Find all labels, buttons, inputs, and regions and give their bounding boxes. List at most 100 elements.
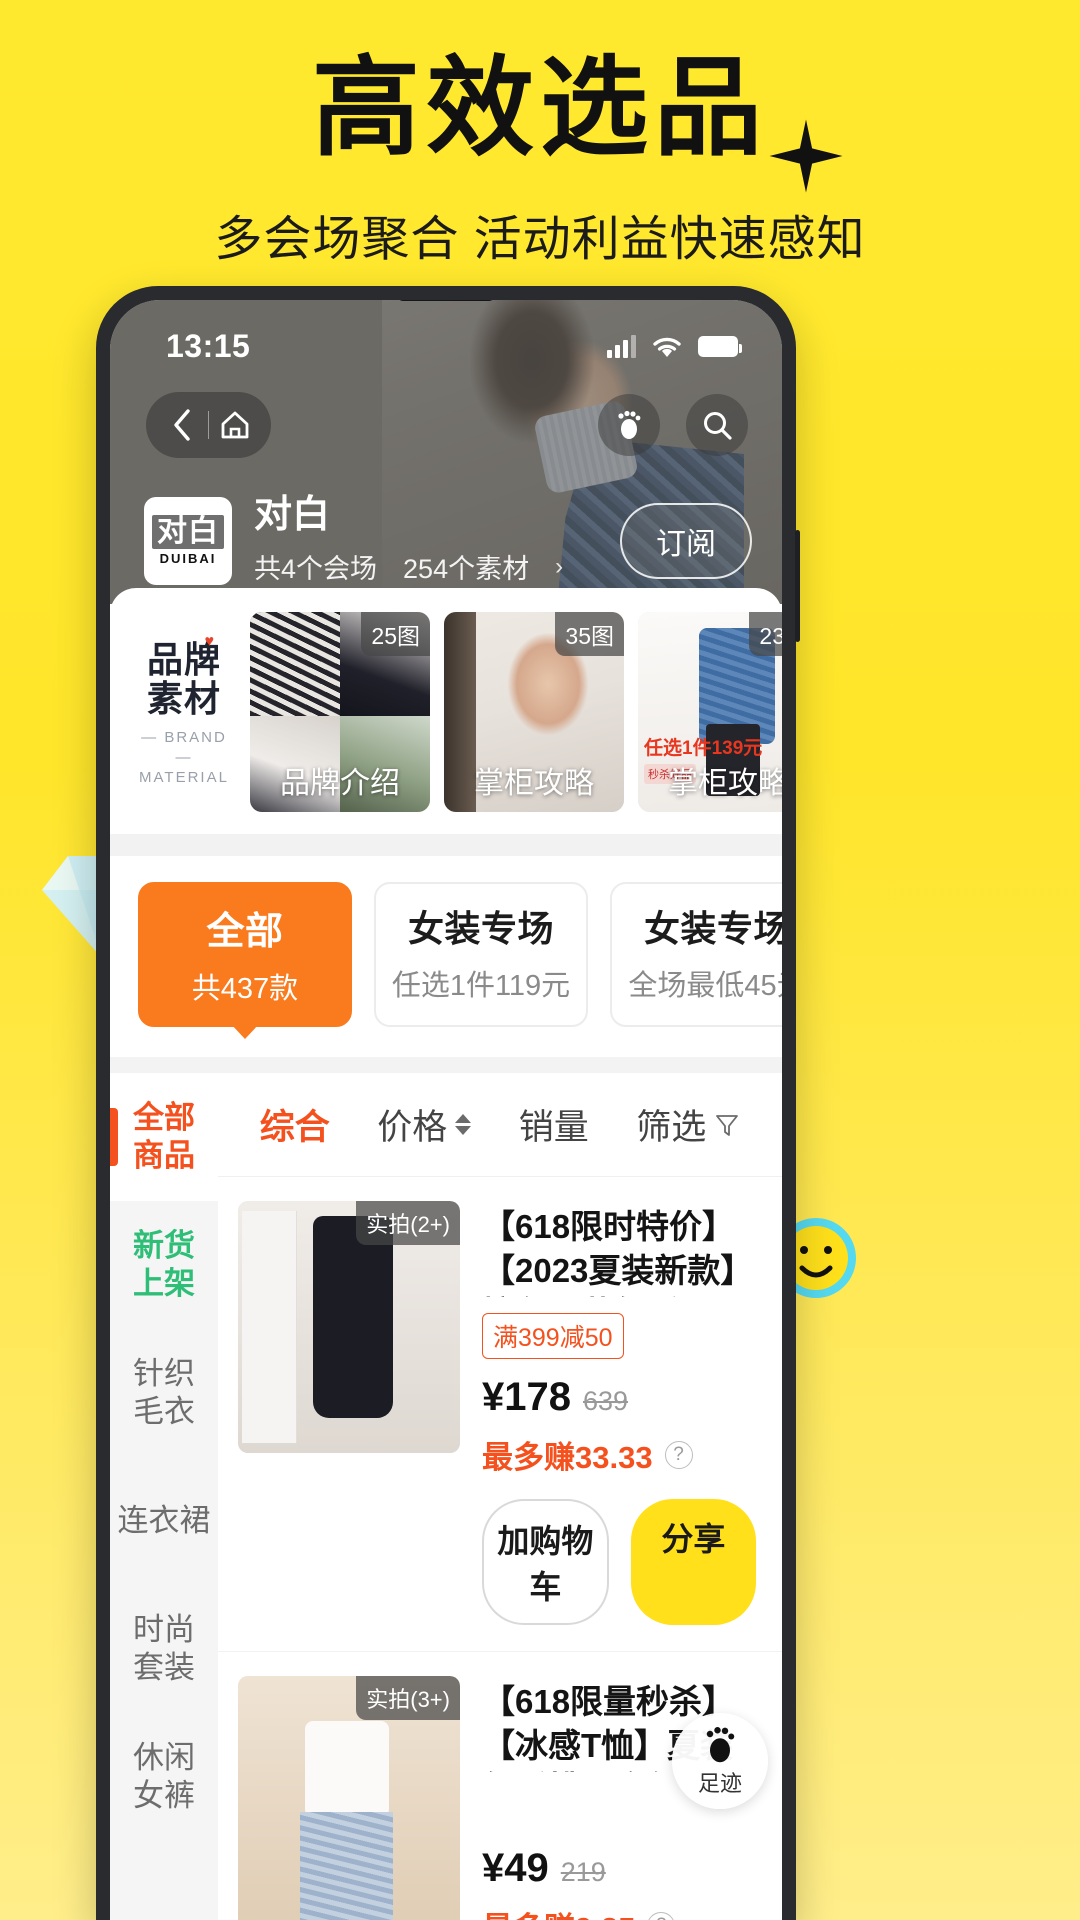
filter-icon <box>716 1114 739 1136</box>
venue-tab-sub: 共437款 <box>191 973 299 1005</box>
product-price-row: ¥178 639 最多赚33.33 ? <box>482 1375 756 1477</box>
product-coupon-badge: 满399减50 <box>482 1313 624 1359</box>
cellular-signal-icon <box>607 334 636 358</box>
footprint-icon <box>706 1727 735 1763</box>
add-to-cart-button[interactable]: 加购物车 <box>482 1499 609 1625</box>
sparkle-icon <box>769 119 843 193</box>
product-actions: 加购物车 分享 <box>482 1499 756 1625</box>
brand-logo: 对白 DUIBAI <box>144 496 232 585</box>
sidebar-item-casual-pants[interactable]: 休闲 女裤 <box>110 1713 218 1841</box>
footprint-button[interactable] <box>598 394 660 456</box>
venue-tab-title: 全部 <box>206 911 284 953</box>
venue-tab-title: 女装专场 <box>643 908 782 949</box>
phone-screen: 13:15 对白 DUIBAI 对白 共4个会场 254个素材 › 订阅 品牌 … <box>110 300 782 1920</box>
sidebar-item-fashion-sets[interactable]: 时尚 套装 <box>110 1585 218 1713</box>
brand-hero-banner: 13:15 对白 DUIBAI 对白 共4个会场 254个素材 › 订阅 <box>110 300 782 604</box>
floating-footprint-label: 足迹 <box>697 1771 742 1796</box>
battery-icon <box>698 335 742 357</box>
wifi-icon <box>653 337 681 357</box>
product-thumbnail[interactable]: 实拍(2+) <box>238 1201 460 1453</box>
product-title: 【618限时特价】【2023夏装新款】撞色印花气质开… <box>482 1208 754 1297</box>
product-card[interactable]: 实拍(2+) 【618限时特价】【2023夏装新款】撞色印花气质开… 满399减… <box>218 1177 782 1652</box>
brand-material-label: 品牌 ♥ 素材 — BRAND — MATERIAL <box>132 612 236 812</box>
brand-material-carousel[interactable]: 品牌 ♥ 素材 — BRAND — MATERIAL 25图 品牌介绍 35图 … <box>110 588 782 834</box>
brand-name: 对白 <box>254 494 331 537</box>
sidebar-item-all-products[interactable]: 全部 商品 <box>110 1073 218 1201</box>
material-card[interactable]: 35图 掌柜攻略 <box>444 612 624 812</box>
phone-mockup: 13:15 对白 DUIBAI 对白 共4个会场 254个素材 › 订阅 品牌 … <box>96 286 800 1920</box>
back-button[interactable] <box>156 408 208 442</box>
tab-sort-sales[interactable]: 销量 <box>519 1099 589 1150</box>
material-card[interactable]: 25图 品牌介绍 <box>250 612 430 812</box>
tab-sort-comprehensive[interactable]: 综合 <box>260 1099 330 1150</box>
category-line2: 商品 <box>133 1138 195 1173</box>
venue-tab[interactable]: 女装专场 全场最低45元 <box>610 882 782 1027</box>
category-line2: 毛衣 <box>133 1394 195 1429</box>
product-price: ¥178 <box>482 1375 571 1419</box>
section-divider <box>110 1057 782 1073</box>
material-card-count: 35图 <box>555 612 624 656</box>
category-sidebar[interactable]: 全部 商品 新货 上架 针织 毛衣 连衣裙 时尚 套装 休闲 女裤 <box>110 1073 218 1920</box>
status-bar: 13:15 <box>110 300 782 378</box>
sidebar-item-dresses[interactable]: 连衣裙 <box>110 1457 218 1585</box>
material-card-promo: 任选1件139元 <box>644 738 763 759</box>
category-line1: 针织 <box>133 1356 195 1392</box>
question-mark-icon[interactable]: ? <box>664 1440 693 1469</box>
search-button[interactable] <box>686 394 748 456</box>
material-card-count: 25图 <box>361 612 430 656</box>
content-sheet: 品牌 ♥ 素材 — BRAND — MATERIAL 25图 品牌介绍 35图 … <box>110 588 782 1920</box>
tab-sort-price[interactable]: 价格 <box>377 1099 472 1150</box>
question-mark-icon[interactable]: ? <box>647 1911 676 1920</box>
product-thumbnail[interactable]: 实拍(3+) <box>238 1676 460 1920</box>
material-card-list[interactable]: 25图 品牌介绍 35图 掌柜攻略 23图 任选1件139元 秒杀好品 掌柜攻略 <box>250 612 782 812</box>
material-card-title: 品牌介绍 <box>280 767 400 800</box>
material-label-en1: — BRAND — <box>141 728 227 767</box>
product-column: 综合 价格 销量 筛选 实拍(2+) 【618限时特价】【2023夏装新款】 满… <box>218 1073 782 1920</box>
sidebar-item-knitwear[interactable]: 针织 毛衣 <box>110 1329 218 1457</box>
category-line1: 连衣裙 <box>117 1503 211 1539</box>
venue-tab-sub: 全场最低45元 <box>628 970 782 1002</box>
nav-pill[interactable] <box>146 392 271 458</box>
brand-info-row: 对白 DUIBAI 对白 共4个会场 254个素材 › 订阅 <box>110 494 782 586</box>
section-divider <box>110 834 782 856</box>
home-button[interactable] <box>209 410 261 440</box>
floating-footprint-button[interactable]: 足迹 <box>672 1713 768 1809</box>
subscribe-button[interactable]: 订阅 <box>620 502 752 579</box>
brand-material-count: 254个素材 <box>403 554 530 584</box>
material-card-title: 掌柜攻略 <box>668 767 782 800</box>
category-line1: 新货 <box>133 1228 195 1264</box>
product-commission: 最多赚33.33 <box>482 1440 653 1475</box>
venue-tab-title: 女装专场 <box>407 908 554 949</box>
real-shot-badge: 实拍(2+) <box>356 1201 460 1245</box>
brand-venue-count: 共4个会场 <box>254 554 378 584</box>
brand-stats[interactable]: 共4个会场 254个素材 › <box>254 547 620 586</box>
sidebar-item-new-arrivals[interactable]: 新货 上架 <box>110 1201 218 1329</box>
phone-side-button <box>795 530 800 642</box>
product-commission: 最多赚9.25 <box>482 1903 635 1920</box>
sort-bar[interactable]: 综合 价格 销量 筛选 <box>218 1073 782 1177</box>
hero-nav-row <box>110 392 782 458</box>
venue-tab[interactable]: 女装专场 任选1件119元 <box>374 882 588 1027</box>
venue-tab-all[interactable]: 全部 共437款 <box>138 882 352 1027</box>
back-chevron-icon <box>174 409 190 441</box>
share-button[interactable]: 分享 <box>630 1499 756 1625</box>
category-line2: 女裤 <box>133 1778 195 1813</box>
sort-price-label: 价格 <box>377 1108 448 1147</box>
page-title: 高效选品 <box>311 46 768 171</box>
search-icon <box>704 412 732 440</box>
material-card-title: 掌柜攻略 <box>474 767 594 800</box>
brand-logo-cn: 对白 <box>152 515 224 550</box>
product-price-row: ¥49 219 最多赚9.25 ? <box>482 1846 756 1920</box>
heart-icon: ♥ <box>204 633 215 651</box>
material-label-en2: MATERIAL <box>139 769 229 787</box>
tab-filter[interactable]: 筛选 <box>636 1099 740 1150</box>
venue-tab-list[interactable]: 全部 共437款 女装专场 任选1件119元 女装专场 全场最低45元 女装 任… <box>110 856 782 1057</box>
category-line1: 全部 <box>133 1100 195 1136</box>
category-line1: 休闲 <box>133 1740 195 1776</box>
material-card-count: 23图 <box>749 612 782 656</box>
category-line1: 时尚 <box>133 1612 195 1648</box>
material-card[interactable]: 23图 任选1件139元 秒杀好品 掌柜攻略 <box>638 612 782 812</box>
category-line2: 套装 <box>133 1650 195 1685</box>
product-price: ¥49 <box>482 1846 549 1890</box>
material-label-line2: 素材 <box>146 677 221 719</box>
